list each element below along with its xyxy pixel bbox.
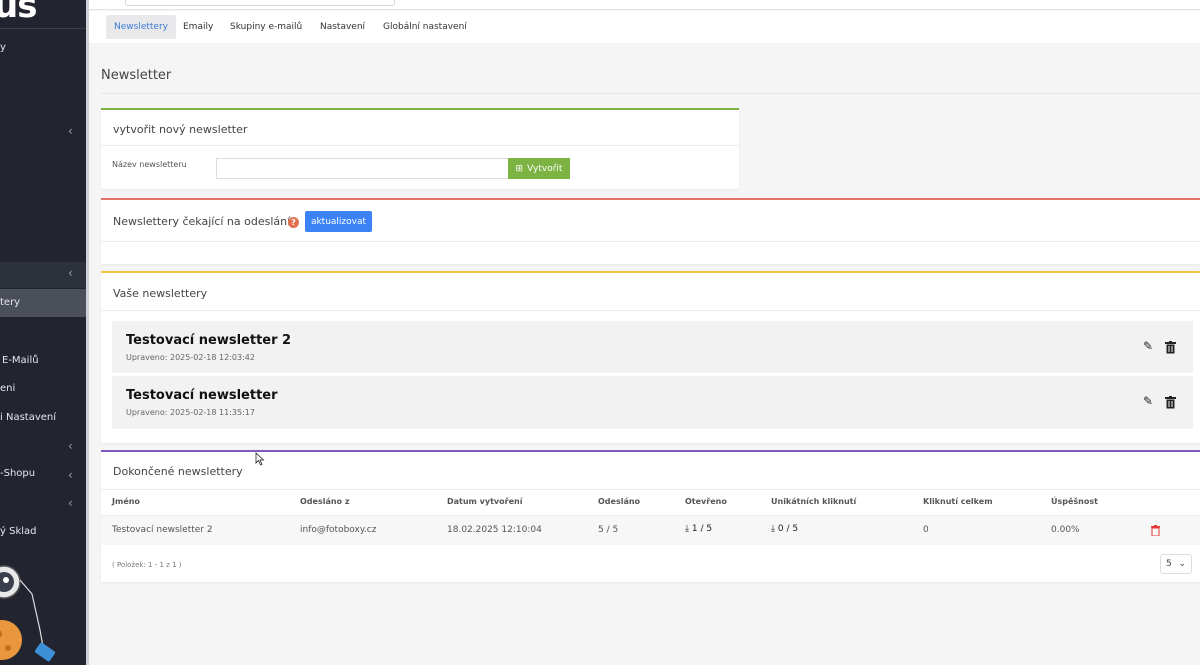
tray-download-icon: ⤓	[685, 524, 689, 534]
newsletter-updated: Upraveno: 2025-02-18 12:03:42	[126, 353, 255, 362]
sidebar-item-sklad[interactable]: ý Sklad	[0, 526, 37, 537]
column-header-total-clicks[interactable]: Kliknutí celkem	[923, 497, 993, 506]
column-header-sent-from[interactable]: Odesláno z	[300, 497, 350, 506]
astronaut-mascot-icon	[0, 565, 56, 662]
cell-success: 0.00%	[1051, 525, 1080, 535]
newsletter-updated: Upraveno: 2025-02-18 11:35:17	[126, 408, 255, 417]
tab-newslettery[interactable]: Newslettery	[106, 15, 176, 39]
tab-emaily[interactable]: Emaily	[175, 15, 221, 39]
tab-bar: Newslettery Emaily Skupiny e-mailů Nasta…	[89, 11, 1200, 43]
sidebar-border	[86, 0, 89, 665]
cell-opened: ⤓ 1 / 5	[685, 524, 712, 534]
chevron-left-icon[interactable]: ‹	[68, 496, 73, 510]
trash-icon[interactable]	[1165, 341, 1176, 354]
trash-icon[interactable]	[1165, 396, 1176, 409]
cell-name: Testovací newsletter 2	[112, 525, 213, 535]
cell-unique-clicks-value: 0 / 5	[777, 524, 799, 534]
top-bar	[89, 0, 1200, 10]
tab-skupiny[interactable]: Skupiny e-mailů	[222, 15, 310, 39]
cell-sent: 5 / 5	[598, 525, 619, 535]
help-icon[interactable]: ?	[288, 217, 299, 228]
sidebar-group-newsletter[interactable]	[0, 262, 86, 288]
column-header-sent[interactable]: Odesláno	[598, 497, 640, 506]
sidebar-item-globalni[interactable]: i Nastavení	[0, 412, 56, 423]
chevron-left-icon[interactable]: ‹	[68, 439, 73, 453]
delete-icon[interactable]	[1151, 525, 1160, 536]
create-button[interactable]: ⊞ Vytvořit	[508, 158, 570, 179]
completed-newsletters-card: Dokončené newslettery Jméno Odesláno z D…	[101, 450, 1200, 582]
cell-opened-value: 1 / 5	[691, 524, 713, 534]
sidebar-item-emaily[interactable]: E-Mailů	[2, 355, 39, 366]
per-page-select[interactable]: 5 ⌄	[1160, 554, 1192, 574]
title-divider	[101, 93, 1200, 94]
per-page-value: 5	[1166, 559, 1172, 569]
pending-newsletters-card: Newslettery čekající na odeslání ? aktua…	[101, 198, 1200, 264]
card-divider	[101, 145, 739, 146]
sidebar: us y ‹ ‹ tery E-Mailů eni i Nastavení ‹ …	[0, 0, 86, 665]
table-row[interactable]: Testovací newsletter 2 info@fotoboxy.cz …	[101, 516, 1200, 545]
column-header-created[interactable]: Datum vytvoření	[447, 497, 522, 506]
tab-globalni-nastaveni[interactable]: Globální nastavení	[375, 15, 475, 39]
tray-download-icon: ⤓	[771, 524, 775, 534]
search-input[interactable]	[125, 0, 395, 6]
sidebar-item-eshop[interactable]: -Shopu	[0, 468, 35, 479]
sidebar-item-nastaveni[interactable]: eni	[0, 383, 15, 394]
pagination-info: ( Položek: 1 - 1 z 1 )	[112, 561, 182, 569]
create-button-label: Vytvořit	[527, 163, 563, 174]
chevron-left-icon[interactable]: ‹	[68, 266, 73, 280]
column-header-success[interactable]: Úspěšnost	[1051, 497, 1098, 506]
plus-square-icon: ⊞	[515, 163, 524, 174]
newsletter-name-input[interactable]	[216, 158, 509, 179]
edit-icon[interactable]: ✎	[1143, 394, 1153, 408]
logo[interactable]: us	[0, 0, 37, 26]
tab-nastaveni[interactable]: Nastavení	[312, 15, 373, 39]
cell-from: info@fotoboxy.cz	[300, 525, 377, 535]
your-card-header: Vaše newslettery	[113, 287, 208, 300]
completed-card-header: Dokončené newslettery	[113, 465, 243, 478]
chevron-left-icon[interactable]: ‹	[68, 124, 73, 138]
list-item[interactable]: Testovací newsletter Upraveno: 2025-02-1…	[112, 376, 1193, 429]
card-divider	[101, 310, 1200, 311]
newsletter-title[interactable]: Testovací newsletter	[126, 388, 278, 403]
cell-created: 18.02.2025 12:10:04	[447, 525, 542, 535]
pending-card-header: Newslettery čekající na odeslání	[113, 215, 291, 228]
chevron-down-icon: ⌄	[1178, 559, 1186, 569]
column-header-opened[interactable]: Otevřeno	[685, 497, 727, 506]
newsletter-name-label: Název newsletteru	[112, 160, 187, 169]
refresh-button[interactable]: aktualizovat	[305, 211, 372, 232]
column-header-unique-clicks[interactable]: Unikátních kliknutí	[771, 497, 856, 506]
cell-unique-clicks: ⤓ 0 / 5	[771, 524, 798, 534]
card-divider	[101, 241, 1200, 242]
page-title: Newsletter	[101, 68, 172, 83]
sidebar-item-newslettery[interactable]: tery	[0, 297, 20, 308]
column-header-name[interactable]: Jméno	[112, 497, 140, 506]
list-item[interactable]: Testovací newsletter 2 Upraveno: 2025-02…	[112, 321, 1193, 373]
create-newsletter-card: vytvořit nový newsletter Název newslette…	[101, 108, 739, 189]
edit-icon[interactable]: ✎	[1143, 339, 1153, 353]
mouse-cursor-icon	[255, 452, 265, 466]
cell-total-clicks: 0	[923, 525, 929, 535]
card-divider	[101, 489, 1200, 490]
chevron-left-icon[interactable]: ‹	[68, 468, 73, 482]
newsletter-title[interactable]: Testovací newsletter 2	[126, 333, 291, 348]
sidebar-item-1[interactable]: y	[0, 42, 6, 53]
create-card-header: vytvořit nový newsletter	[113, 123, 248, 136]
logo-divider	[0, 28, 86, 29]
